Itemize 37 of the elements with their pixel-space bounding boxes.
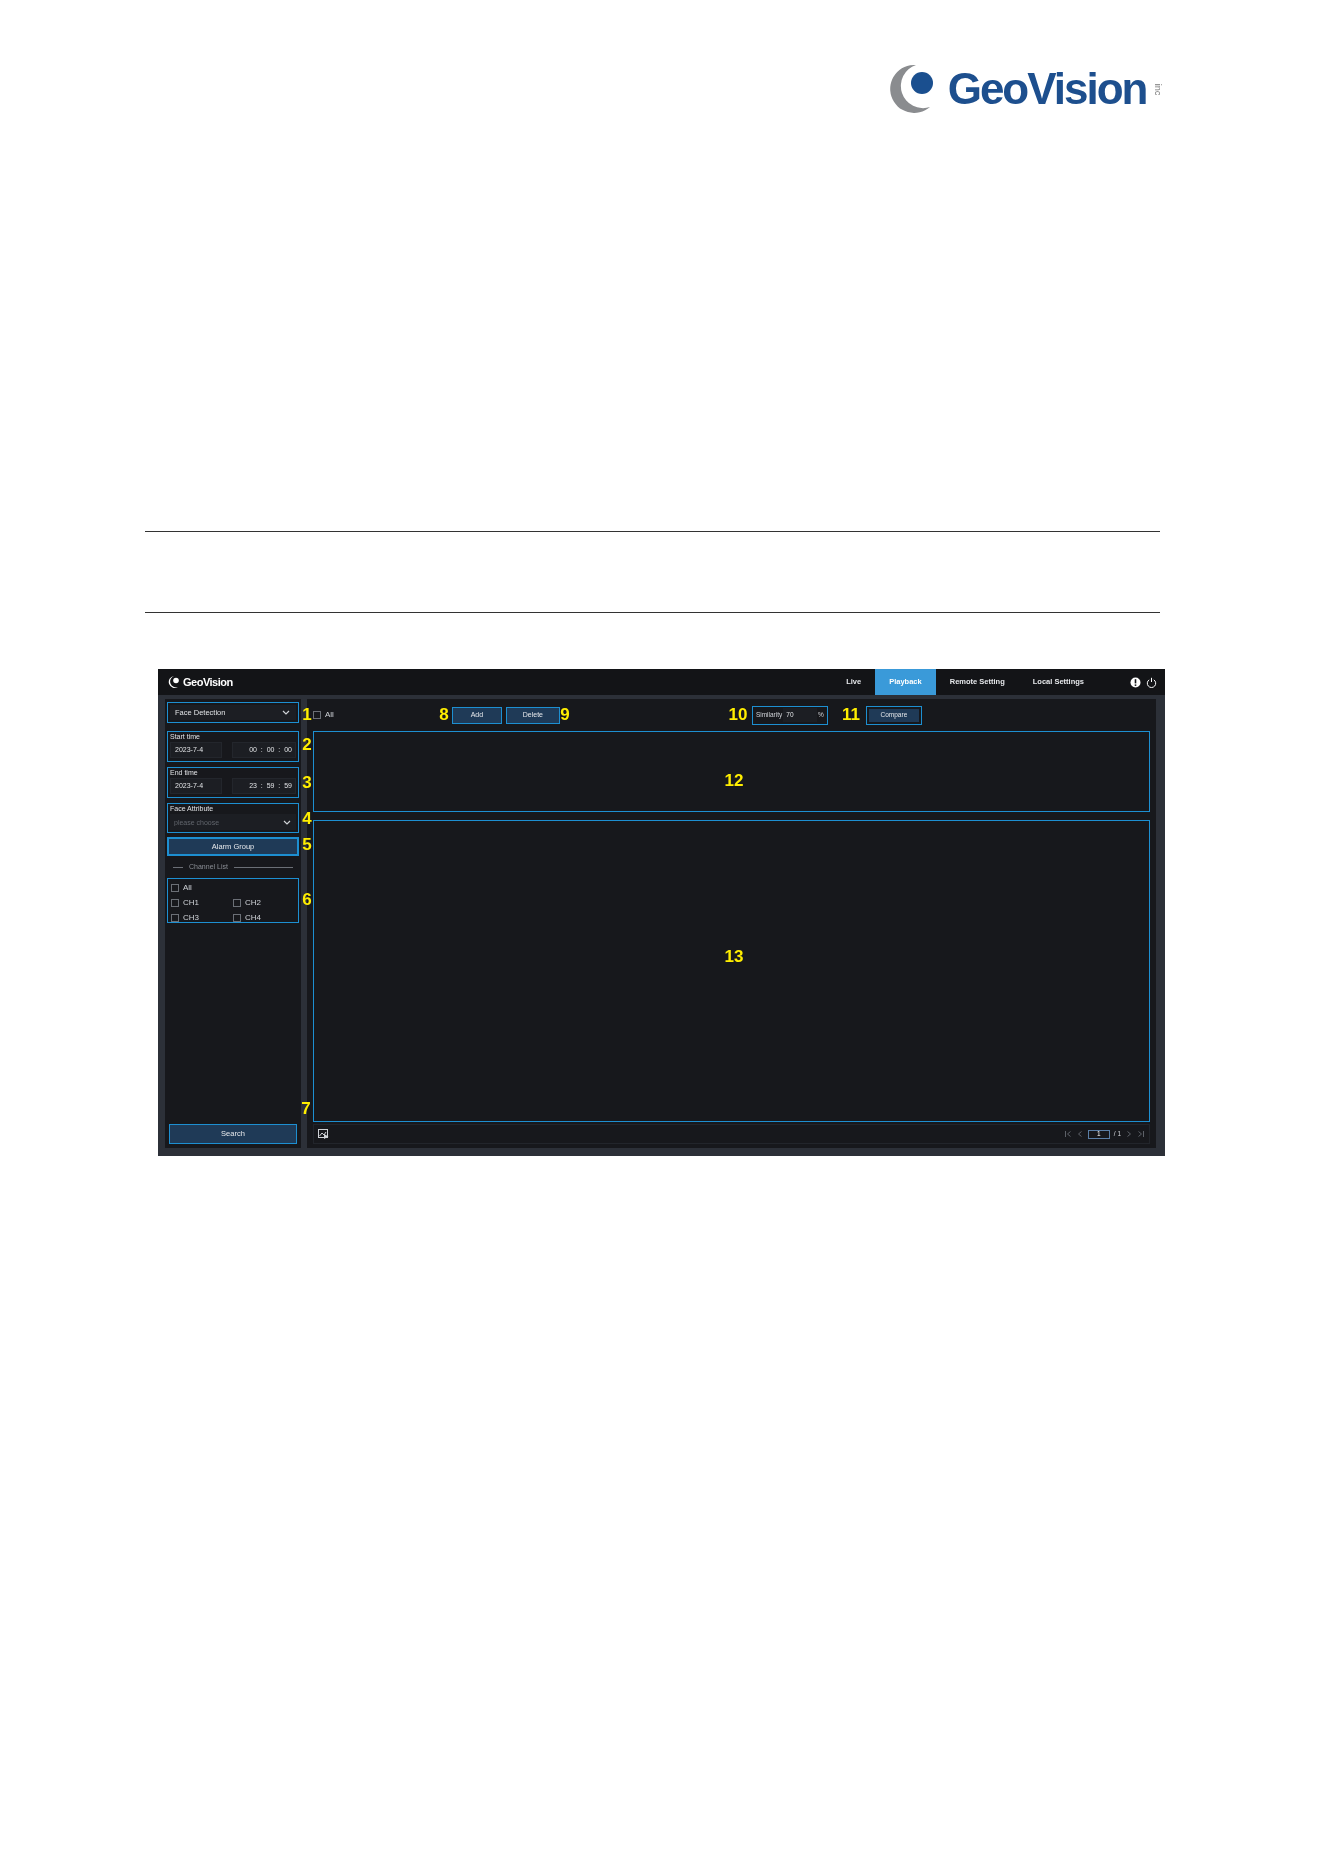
callout-number: 5 bbox=[302, 835, 312, 853]
callout-number: 6 bbox=[302, 890, 312, 908]
checkbox-label: CH1 bbox=[183, 896, 199, 909]
callout-number: 2 bbox=[302, 735, 312, 753]
checkbox-label: CH3 bbox=[183, 911, 199, 924]
checkbox-label: All bbox=[183, 881, 192, 894]
next-page-icon[interactable] bbox=[1125, 1130, 1133, 1138]
previous-page-icon[interactable] bbox=[1075, 1130, 1084, 1138]
checkbox[interactable] bbox=[171, 913, 179, 922]
checkbox-label: CH4 bbox=[245, 911, 261, 924]
chevron-icon bbox=[281, 708, 291, 717]
callout-number: 12 bbox=[724, 771, 744, 789]
callout-number: 3 bbox=[302, 773, 312, 791]
checkbox-label: All bbox=[325, 709, 334, 721]
first-page-icon[interactable] bbox=[1063, 1130, 1072, 1138]
logo-text: GeoVision bbox=[947, 67, 1147, 111]
checkbox-label: CH2 bbox=[245, 896, 261, 909]
logo-suffix: inc bbox=[1153, 83, 1163, 95]
callout-number: 9 bbox=[560, 705, 570, 723]
power-icon[interactable] bbox=[1146, 676, 1157, 688]
logo-icon bbox=[166, 675, 180, 689]
callout-number: 13 bbox=[724, 947, 744, 965]
checkbox[interactable] bbox=[233, 898, 241, 907]
callout-number: 7 bbox=[301, 1099, 311, 1117]
checkbox[interactable] bbox=[171, 898, 179, 907]
checkbox[interactable] bbox=[313, 711, 321, 719]
checkbox[interactable] bbox=[233, 913, 241, 922]
brand-name: GeoVision bbox=[183, 674, 233, 690]
image-play-icon[interactable] bbox=[318, 1129, 329, 1139]
callout-number: 8 bbox=[439, 705, 449, 723]
checkbox[interactable] bbox=[171, 883, 179, 892]
callout-number: 4 bbox=[302, 809, 312, 827]
callout-number: 11 bbox=[842, 705, 860, 723]
callout-number: 10 bbox=[728, 705, 748, 723]
last-page-icon[interactable] bbox=[1137, 1130, 1145, 1138]
alert-icon[interactable] bbox=[1130, 676, 1141, 688]
callout-number: 1 bbox=[302, 705, 312, 723]
